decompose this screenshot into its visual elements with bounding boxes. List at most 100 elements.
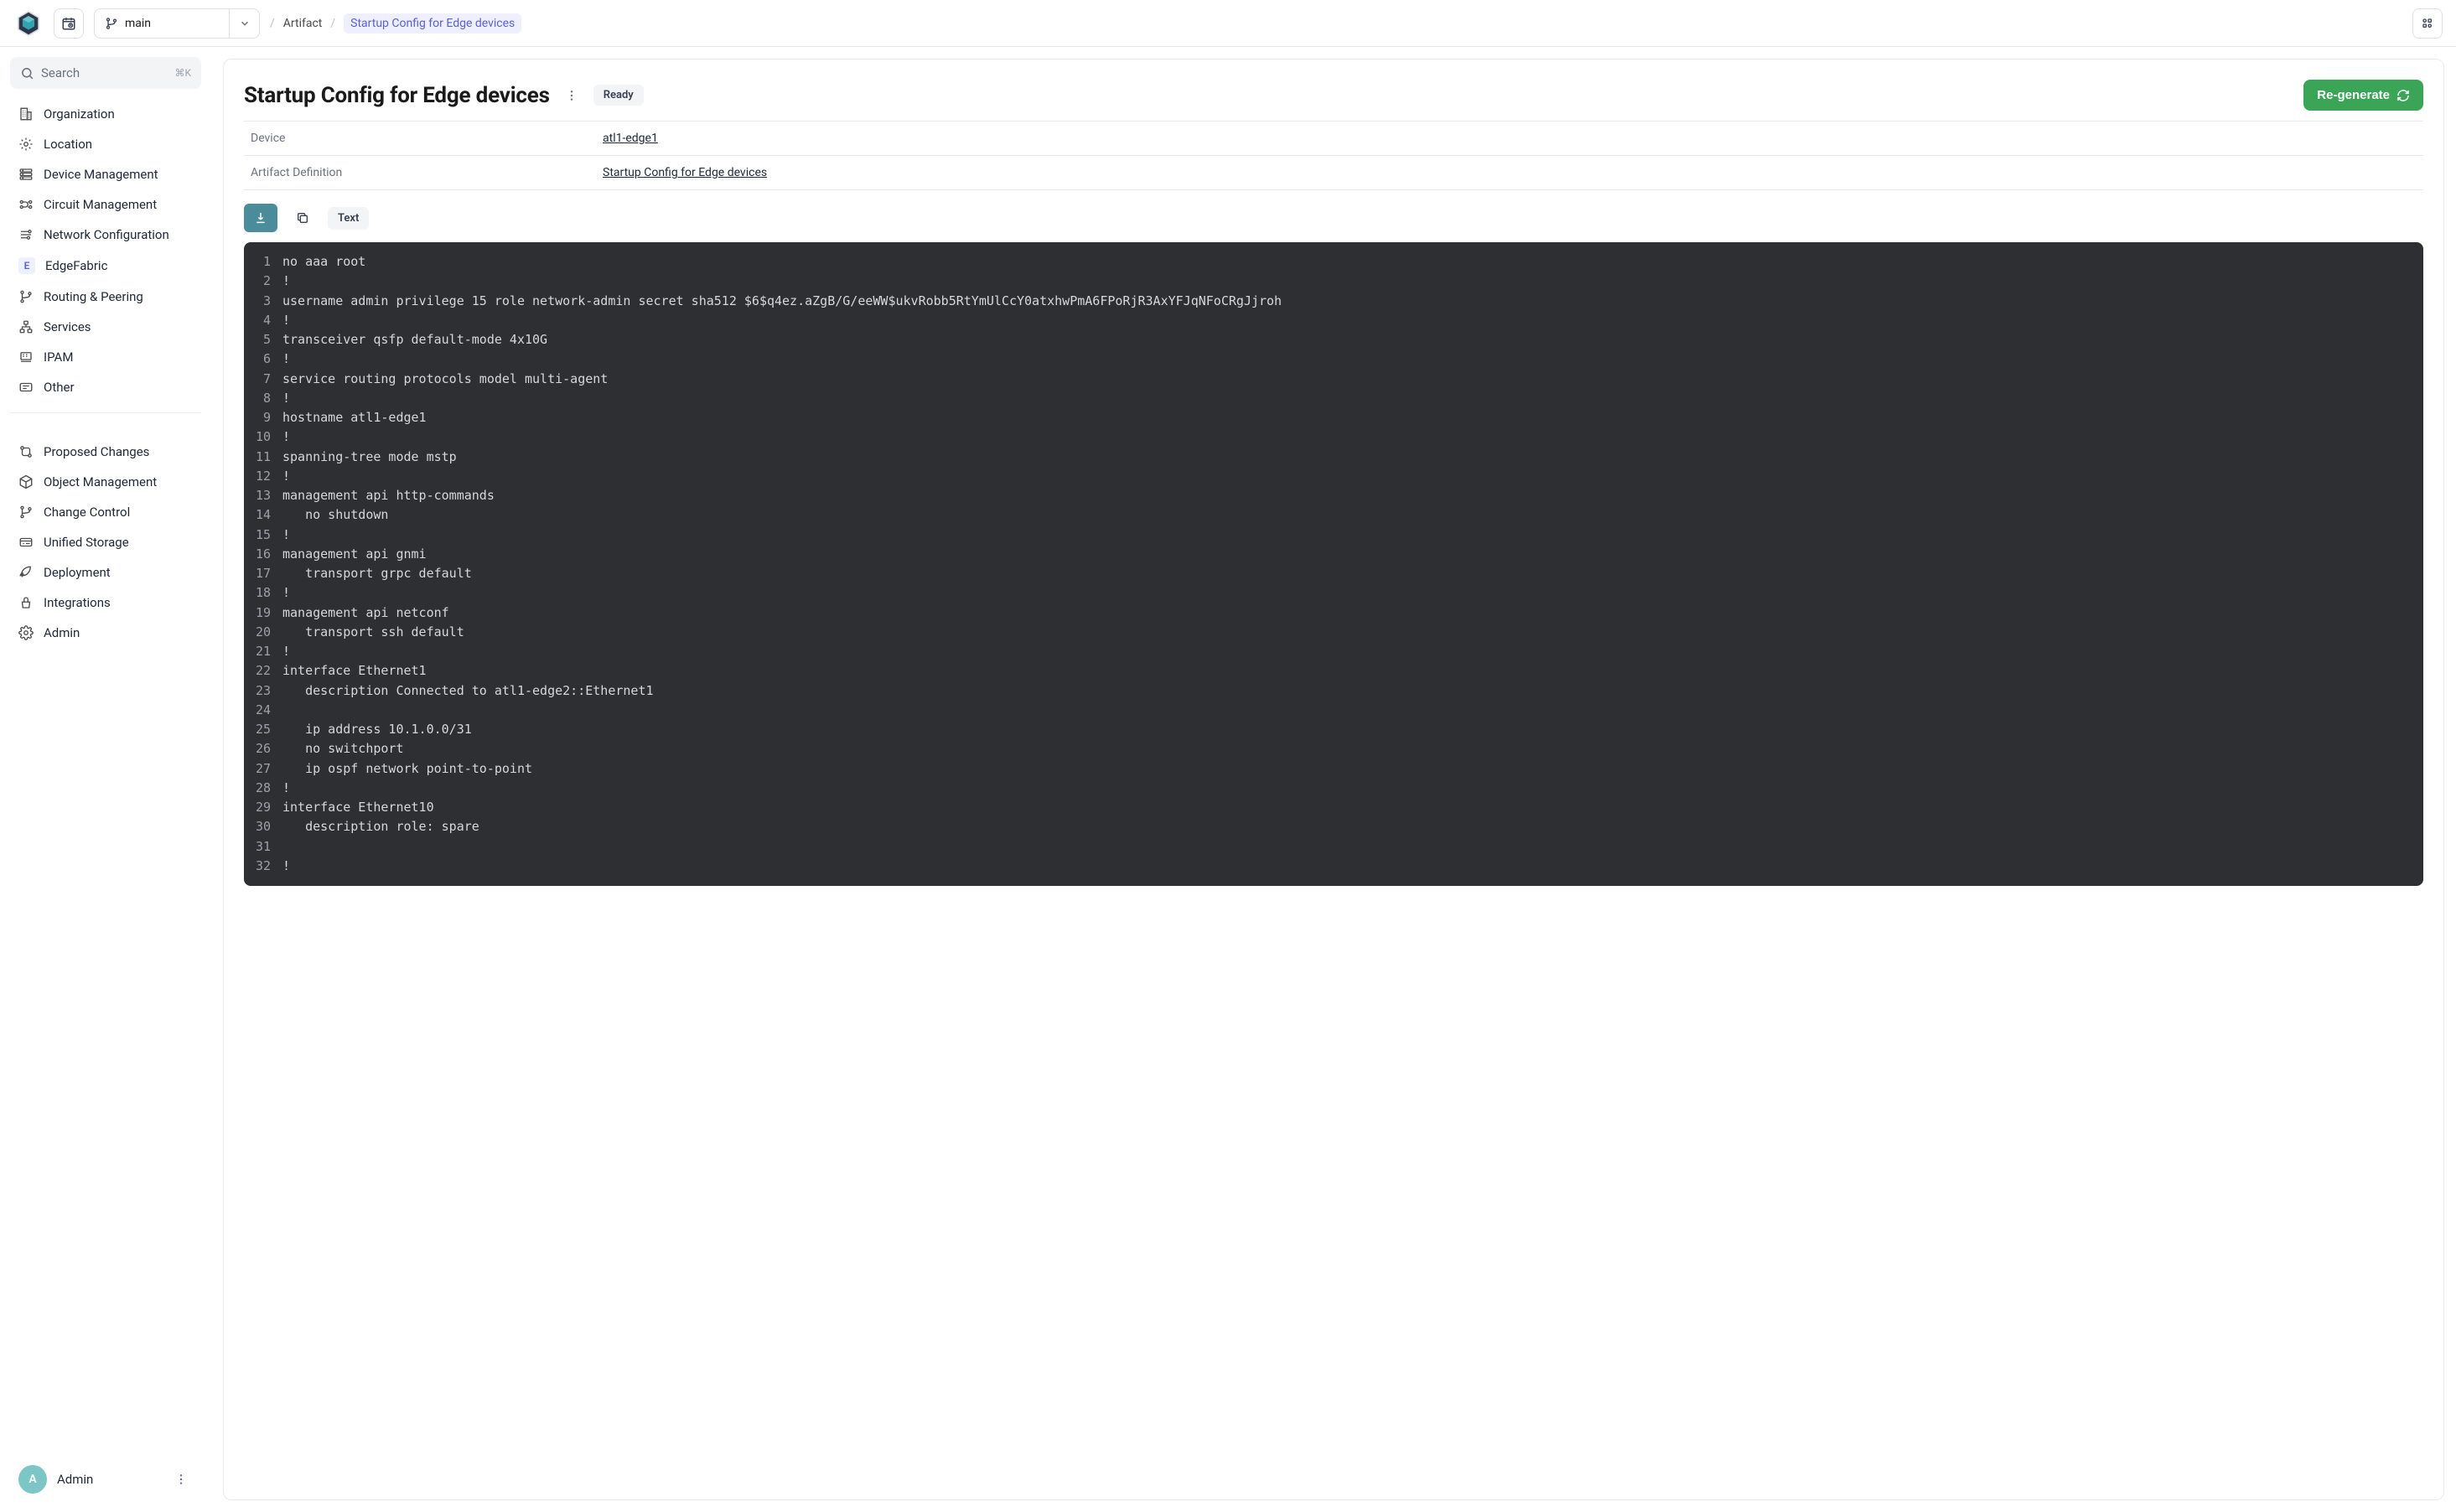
code-line: 13management api http-commands (244, 486, 2423, 505)
sidebar-item-label: IPAM (44, 350, 73, 365)
line-number: 30 (244, 817, 282, 836)
line-number: 29 (244, 798, 282, 817)
line-content: transceiver qsfp default-mode 4x10G (282, 330, 561, 350)
sidebar-item-proposed-changes[interactable]: Proposed Changes (10, 437, 201, 467)
branch-chevron[interactable] (229, 9, 259, 38)
routing-peering-icon (18, 289, 34, 304)
code-line: 8! (244, 389, 2423, 408)
sidebar-item-label: Network Configuration (44, 227, 169, 242)
line-content (282, 837, 296, 857)
line-content: interface Ethernet1 (282, 661, 440, 681)
code-line: 18! (244, 583, 2423, 603)
breadcrumb: / Artifact / Startup Config for Edge dev… (270, 13, 521, 34)
object-management-icon (18, 474, 34, 489)
main: Startup Config for Edge devices Ready Re… (211, 47, 2456, 1512)
text-badge: Text (328, 207, 369, 230)
code-line: 27 ip ospf network point-to-point (244, 759, 2423, 779)
sidebar-item-ipam[interactable]: IPAM (10, 342, 201, 372)
line-content: ! (282, 389, 303, 408)
sidebar-item-location[interactable]: Location (10, 129, 201, 159)
line-number: 13 (244, 486, 282, 505)
sidebar-item-object-management[interactable]: Object Management (10, 467, 201, 497)
breadcrumb-sep: / (270, 17, 275, 30)
line-content: no aaa root (282, 252, 379, 272)
breadcrumb-current[interactable]: Startup Config for Edge devices (344, 13, 521, 34)
download-button[interactable] (244, 204, 277, 232)
search-input[interactable]: Search ⌘K (10, 57, 201, 89)
regenerate-label: Re-generate (2317, 88, 2390, 102)
calendar-button[interactable] (54, 8, 84, 39)
code-line: 17 transport grpc default (244, 564, 2423, 583)
sidebar-item-label: EdgeFabric (45, 258, 107, 273)
user-menu-button[interactable] (169, 1468, 193, 1491)
search-kbd: ⌘K (174, 67, 191, 79)
branch-selector[interactable]: main (94, 8, 260, 39)
code-line: 1no aaa root (244, 252, 2423, 272)
sidebar-item-organization[interactable]: Organization (10, 99, 201, 129)
code-line: 7service routing protocols model multi-a… (244, 370, 2423, 389)
breadcrumb-sep: / (330, 17, 335, 30)
line-content: transport grpc default (282, 564, 485, 583)
sidebar-item-label: Deployment (44, 565, 111, 580)
breadcrumb-artifact[interactable]: Artifact (283, 17, 323, 30)
code-line: 25 ip address 10.1.0.0/31 (244, 720, 2423, 739)
code-line: 22interface Ethernet1 (244, 661, 2423, 681)
line-number: 27 (244, 759, 282, 779)
sidebar-item-other[interactable]: Other (10, 372, 201, 402)
line-number: 3 (244, 292, 282, 311)
sidebar-item-device-management[interactable]: Device Management (10, 159, 201, 189)
sidebar-item-unified-storage[interactable]: Unified Storage (10, 527, 201, 557)
code-line: 2! (244, 272, 2423, 291)
sidebar-item-services[interactable]: Services (10, 312, 201, 342)
sidebar-item-network-configuration[interactable]: Network Configuration (10, 220, 201, 250)
line-content: management api http-commands (282, 486, 508, 505)
apps-button[interactable] (2412, 8, 2443, 39)
app-logo[interactable] (13, 8, 44, 39)
sidebar-item-label: Routing & Peering (44, 289, 143, 304)
info-device-value[interactable]: atl1-edge1 (603, 132, 2417, 145)
copy-icon (296, 211, 309, 225)
copy-button[interactable] (286, 204, 319, 232)
code-line: 5transceiver qsfp default-mode 4x10G (244, 330, 2423, 350)
sidebar-item-label: Device Management (44, 167, 158, 182)
search-icon (20, 66, 34, 80)
line-number: 11 (244, 448, 282, 467)
user-row[interactable]: A Admin (10, 1457, 201, 1502)
line-number: 26 (244, 739, 282, 759)
line-number: 22 (244, 661, 282, 681)
edgefabric-icon: E (18, 257, 35, 274)
sidebar-item-admin[interactable]: Admin (10, 618, 201, 648)
code-line: 19management api netconf (244, 603, 2423, 623)
sidebar-item-routing-peering[interactable]: Routing & Peering (10, 282, 201, 312)
info-artifact-value[interactable]: Startup Config for Edge devices (603, 166, 2417, 179)
code-line: 16management api gnmi (244, 545, 2423, 564)
regenerate-button[interactable]: Re-generate (2303, 80, 2423, 111)
code-line: 14 no shutdown (244, 505, 2423, 525)
code-line: 28! (244, 779, 2423, 798)
line-content: spanning-tree mode mstp (282, 448, 470, 467)
sidebar-item-edgefabric[interactable]: E EdgeFabric (10, 250, 201, 282)
code-line: 10! (244, 427, 2423, 447)
sidebar-item-deployment[interactable]: Deployment (10, 557, 201, 588)
line-content: ! (282, 642, 303, 661)
code-line: 20 transport ssh default (244, 623, 2423, 642)
sidebar-item-label: Organization (44, 106, 115, 122)
sidebar-item-change-control[interactable]: Change Control (10, 497, 201, 527)
code-block: 1no aaa root2!3username admin privilege … (244, 242, 2423, 886)
sidebar-item-circuit-management[interactable]: Circuit Management (10, 189, 201, 220)
line-content: ! (282, 350, 303, 369)
code-line: 12! (244, 467, 2423, 486)
sidebar-item-label: Other (44, 380, 75, 395)
proposed-changes-icon (18, 444, 34, 459)
code-line: 21! (244, 642, 2423, 661)
line-number: 28 (244, 779, 282, 798)
code-line: 23 description Connected to atl1-edge2::… (244, 681, 2423, 701)
sidebar-item-integrations[interactable]: Integrations (10, 588, 201, 618)
line-content: description Connected to atl1-edge2::Eth… (282, 681, 667, 701)
code-line: 31 (244, 837, 2423, 857)
refresh-icon (2396, 89, 2410, 102)
line-number: 10 (244, 427, 282, 447)
title-menu-button[interactable] (560, 84, 583, 107)
line-number: 18 (244, 583, 282, 603)
code-line: 29interface Ethernet10 (244, 798, 2423, 817)
